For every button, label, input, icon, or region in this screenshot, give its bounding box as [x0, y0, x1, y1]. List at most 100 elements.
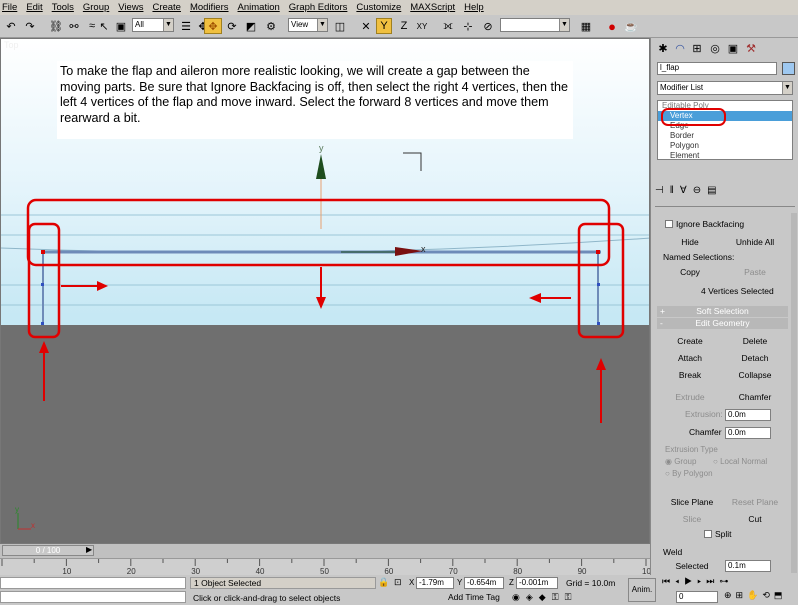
chamfer-button[interactable]: Chamfer	[727, 390, 783, 404]
maximize-viewport-icon[interactable]: ⬒	[774, 590, 787, 600]
menu-customize[interactable]: Customize	[356, 2, 401, 13]
selection-filter-dropdown[interactable]: All ▼	[132, 18, 174, 32]
extrude-button[interactable]: Extrude	[665, 390, 715, 404]
z-coord-field[interactable]: -0.001m	[516, 577, 558, 589]
keyframe-icon[interactable]: ◈	[526, 592, 539, 602]
menu-maxscript[interactable]: MAXScript	[410, 2, 455, 13]
absolute-mode-icon[interactable]: ⊡	[394, 577, 402, 588]
ignore-backfacing-checkbox[interactable]	[665, 220, 673, 228]
modify-tab-icon[interactable]: ◠	[672, 40, 688, 56]
menu-group[interactable]: Group	[83, 2, 109, 13]
group-radio[interactable]: ◉ Group	[665, 457, 696, 466]
add-time-tag-button[interactable]: Add Time Tag	[448, 592, 500, 602]
menu-graph-editors[interactable]: Graph Editors	[289, 2, 348, 13]
weld-threshold-field[interactable]: 0.1m	[725, 560, 771, 572]
paste-button[interactable]: Paste	[727, 265, 783, 279]
key-mode-icon[interactable]: ⚿	[565, 592, 578, 602]
restrict-x-icon[interactable]: ✕	[358, 18, 374, 34]
zoom-icon[interactable]: ⊕	[724, 590, 736, 600]
by-polygon-radio[interactable]: ○ By Polygon	[665, 469, 713, 478]
select-by-name-icon[interactable]: ☰	[178, 18, 194, 34]
menu-help[interactable]: Help	[464, 2, 484, 13]
motion-tab-icon[interactable]: ◎	[707, 40, 723, 56]
panel-scrollbar[interactable]	[791, 213, 797, 573]
local-normal-radio[interactable]: ○ Local Normal	[713, 457, 767, 466]
delete-button[interactable]: Delete	[727, 334, 783, 348]
lock-selection-icon[interactable]: 🔒	[378, 577, 389, 588]
align-icon[interactable]: ⊹	[460, 18, 476, 34]
restrict-y-icon[interactable]: Y	[376, 18, 392, 34]
stack-item-element[interactable]: Element	[658, 151, 792, 161]
select-link-icon[interactable]: ⛓	[48, 18, 64, 34]
utilities-tab-icon[interactable]: ⚒	[743, 40, 759, 56]
edit-geometry-rollout[interactable]: - Edit Geometry	[657, 318, 788, 329]
track-bar[interactable]: 102030405060708090100	[0, 558, 650, 576]
next-frame-icon[interactable]: ▸	[697, 576, 706, 586]
time-slider-next-icon[interactable]: ▶	[86, 545, 92, 554]
select-and-scale-icon[interactable]: ◩	[243, 18, 259, 34]
y-coord-field[interactable]: -0.654m	[464, 577, 504, 589]
reference-coordinate-dropdown[interactable]: View ▼	[288, 18, 328, 32]
menu-tools[interactable]: Tools	[52, 2, 74, 13]
extrusion-field[interactable]: 0.0m	[725, 409, 771, 421]
select-and-move-active-icon[interactable]: ✥	[204, 18, 222, 34]
attach-button[interactable]: Attach	[665, 351, 715, 365]
material-editor-icon[interactable]: ●	[604, 18, 620, 34]
animate-button[interactable]: Anim.	[628, 578, 656, 602]
render-scene-icon[interactable]: ☕	[623, 18, 639, 34]
soft-selection-rollout[interactable]: + Soft Selection	[657, 306, 788, 317]
object-color-swatch[interactable]	[782, 62, 795, 75]
maxscript-listener-pink[interactable]	[0, 577, 186, 589]
hide-button[interactable]: Hide	[665, 235, 715, 249]
collapse-button[interactable]: Collapse	[727, 368, 783, 382]
chamfer-field[interactable]: 0.0m	[725, 427, 771, 439]
named-selection-icon[interactable]: ⊘	[480, 18, 496, 34]
set-key-icon[interactable]: ◆	[539, 592, 552, 602]
manipulate-icon[interactable]: ⚙	[263, 18, 279, 34]
undo-icon[interactable]: ↶	[3, 18, 19, 34]
unhide-all-button[interactable]: Unhide All	[727, 235, 783, 249]
select-object-icon[interactable]: ↖	[96, 18, 112, 34]
zoom-all-icon[interactable]: ⊞	[736, 590, 748, 600]
break-button[interactable]: Break	[665, 368, 715, 382]
mirror-icon[interactable]: ⟗	[440, 18, 456, 34]
menu-create[interactable]: Create	[152, 2, 181, 13]
curve-editor-icon[interactable]: ▦	[578, 18, 594, 34]
split-checkbox[interactable]	[704, 530, 712, 538]
go-to-start-icon[interactable]: ⏮	[662, 576, 675, 586]
slice-plane-button[interactable]: Slice Plane	[665, 495, 719, 509]
remove-modifier-icon[interactable]: ⊖	[693, 185, 707, 196]
slice-button[interactable]: Slice	[665, 512, 719, 526]
menu-edit[interactable]: Edit	[26, 2, 42, 13]
show-end-result-icon[interactable]: ‖	[670, 185, 680, 196]
play-icon[interactable]: ▶	[684, 576, 697, 586]
weld-selected-button[interactable]: Selected	[665, 559, 719, 573]
restrict-xy-icon[interactable]: XY	[414, 18, 430, 34]
detach-button[interactable]: Detach	[727, 351, 783, 365]
configure-sets-icon[interactable]: ▤	[707, 185, 722, 196]
x-coord-field[interactable]: -1.79m	[416, 577, 454, 589]
stack-item-border[interactable]: Border	[658, 131, 792, 141]
make-unique-icon[interactable]: ∀	[680, 185, 693, 196]
named-selection-sets-dropdown[interactable]: ▼	[500, 18, 570, 32]
create-tab-icon[interactable]: ✱	[655, 40, 671, 56]
select-and-rotate-icon[interactable]: ⟳	[224, 18, 240, 34]
modifier-list-dropdown[interactable]: Modifier List ▼	[657, 81, 793, 95]
viewport-top[interactable]: Top y x y x To make the flap and aileron…	[0, 38, 650, 544]
select-region-icon[interactable]: ▣	[113, 18, 129, 34]
pin-stack-icon[interactable]: ⊣	[655, 185, 670, 196]
object-name-field[interactable]: l_flap	[657, 62, 777, 75]
display-tab-icon[interactable]: ▣	[725, 40, 741, 56]
pan-icon[interactable]: ✋	[747, 590, 762, 600]
go-to-end-icon[interactable]: ⏭	[706, 576, 719, 586]
create-button[interactable]: Create	[665, 334, 715, 348]
previous-frame-icon[interactable]: ◂	[675, 576, 684, 586]
key-mode-toggle-icon[interactable]: ⊶	[719, 576, 733, 586]
menu-animation[interactable]: Animation	[238, 2, 280, 13]
hierarchy-tab-icon[interactable]: ⊞	[689, 40, 705, 56]
copy-button[interactable]: Copy	[665, 265, 715, 279]
reset-plane-button[interactable]: Reset Plane	[727, 495, 783, 509]
redo-icon[interactable]: ↷	[22, 18, 38, 34]
stack-item-polygon[interactable]: Polygon	[658, 141, 792, 151]
key-filter-icon[interactable]: ⚿	[552, 592, 565, 602]
